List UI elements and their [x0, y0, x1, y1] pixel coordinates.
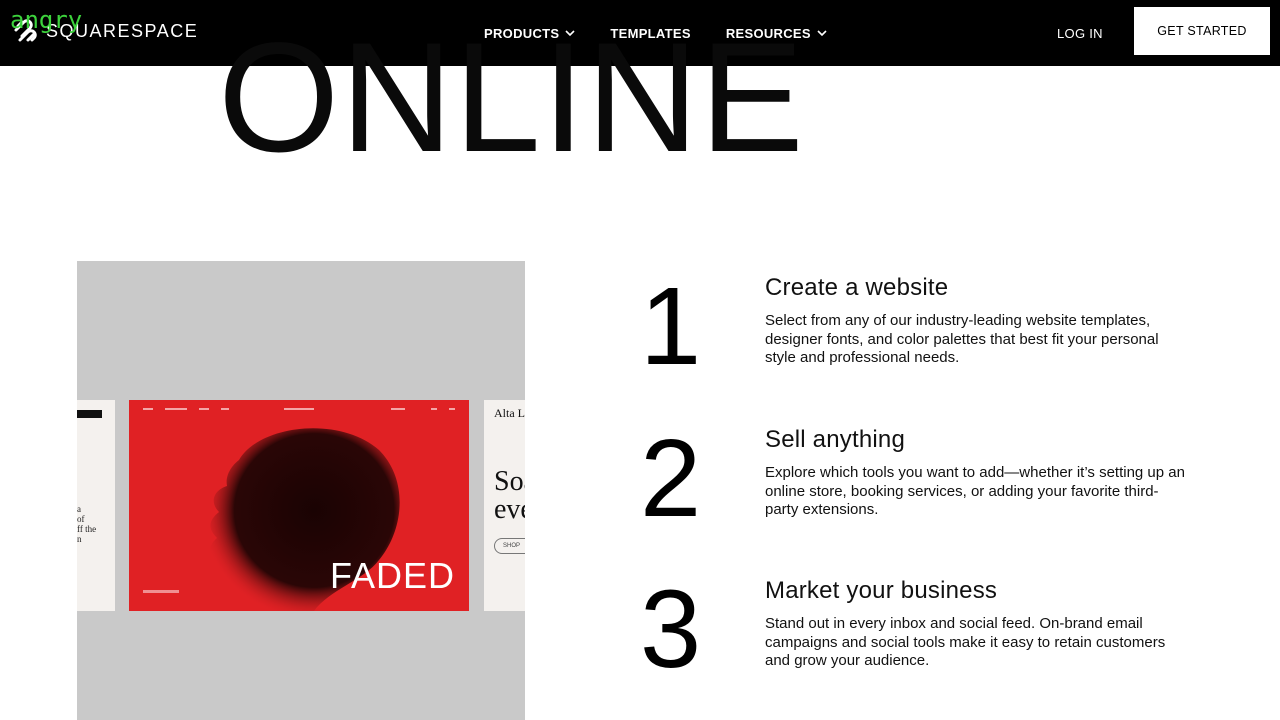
card-nav-bar [77, 410, 102, 418]
card-right-heading: Soa eve [494, 466, 525, 525]
step-number: 2 [640, 417, 702, 540]
step-number: 3 [640, 568, 702, 691]
card-nav-bar [129, 406, 469, 414]
template-card-faded[interactable]: FADED [129, 400, 469, 611]
step-title: Create a website [765, 274, 949, 301]
step-title: Sell anything [765, 426, 906, 453]
card-footer-line [143, 590, 179, 593]
template-card-right[interactable]: Alta Le Soa eve SHOP [484, 400, 525, 611]
login-link[interactable]: LOG IN [1057, 0, 1103, 66]
hero-heading: ONLINE [218, 11, 805, 185]
template-carousel-preview: a of ff the n FADED Alta L So ev SHOP [77, 261, 525, 720]
step-create-website: 1 Create a website Select from any of ou… [640, 272, 1200, 392]
overlay-tag-label: angry [10, 6, 83, 34]
step-description: Explore which tools you want to add—whet… [765, 464, 1185, 519]
step-title: Market your business [765, 577, 998, 604]
card-caption: FADED [329, 555, 455, 596]
step-description: Select from any of our industry-leading … [765, 312, 1159, 367]
get-started-button[interactable]: GET STARTED [1134, 7, 1270, 55]
step-description: Stand out in every inbox and social feed… [765, 615, 1166, 670]
card-right-title: Alta Le [494, 406, 525, 420]
chevron-down-icon [817, 30, 827, 37]
step-sell-anything: 2 Sell anything Explore which tools you … [640, 424, 1200, 544]
step-number: 1 [640, 265, 702, 388]
template-card-left[interactable]: a of ff the n [77, 400, 115, 611]
card-right-shop-button: SHOP [494, 538, 525, 554]
card-left-text: a of ff the n [77, 504, 97, 544]
step-market-business: 3 Market your business Stand out in ever… [640, 575, 1200, 695]
